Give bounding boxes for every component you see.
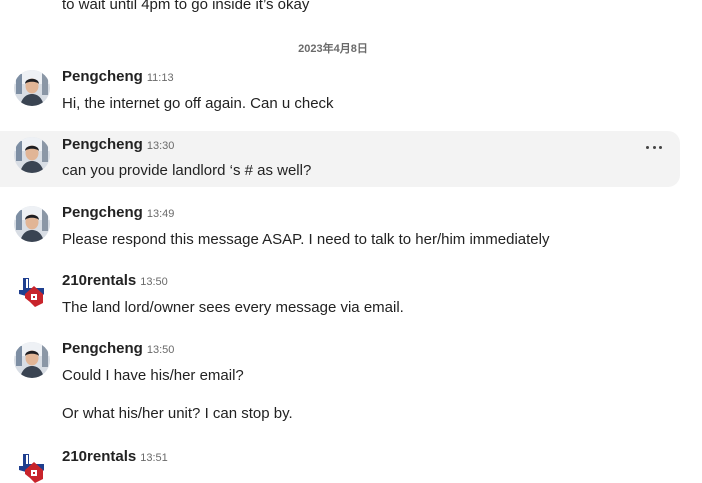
message-time: 13:51 [140, 452, 168, 464]
sender-name[interactable]: Pengcheng [62, 340, 143, 357]
avatar-pengcheng[interactable] [14, 137, 50, 173]
message-text: can you provide landlord ‘s # as well? [62, 162, 312, 179]
sender-name[interactable]: Pengcheng [62, 136, 143, 153]
sender-name[interactable]: Pengcheng [62, 68, 143, 85]
message-text-followup: Or what his/her unit? I can stop by. [62, 405, 293, 422]
message-header: 210rentals 13:50 [62, 272, 168, 292]
message-row[interactable]: 210rentals 13:51 [0, 444, 680, 483]
message-row[interactable]: 210rentals 13:50 The land lord/owner sees… [0, 268, 680, 324]
avatar-pengcheng[interactable] [14, 206, 50, 242]
message-text: Could I have his/her email? [62, 367, 244, 384]
message-time: 13:49 [146, 208, 175, 220]
message-header: Pengcheng 11:13 [62, 68, 174, 88]
message-row[interactable]: Pengcheng 13:50 Could I have his/her emai… [0, 336, 680, 436]
sender-name[interactable]: Pengcheng [62, 204, 143, 221]
avatar-pengcheng[interactable] [14, 342, 50, 378]
message-header: 210rentals 13:51 [62, 448, 168, 468]
avatar-210rentals[interactable] [14, 450, 50, 483]
more-horizontal-icon [646, 145, 649, 149]
sender-name[interactable]: 210rentals [62, 272, 136, 289]
message-text: Hi, the internet go off again. Can u che… [62, 95, 334, 112]
message-header: Pengcheng 13:30 [62, 136, 174, 156]
message-time: 13:50 [146, 344, 175, 356]
avatar-210rentals[interactable] [14, 274, 50, 310]
message-row[interactable]: Pengcheng 11:13 Hi, the internet go off a… [0, 64, 680, 120]
message-text-cut-off: to wait until 4pm to go inside it’s okay [62, 0, 310, 13]
sender-name[interactable]: 210rentals [62, 448, 136, 465]
avatar-pengcheng[interactable] [14, 70, 50, 106]
message-time: 11:13 [146, 72, 174, 84]
message-time: 13:30 [146, 140, 175, 152]
texas-house-logo [14, 274, 50, 310]
date-separator: 2023年4月8日 [298, 43, 368, 55]
message-thread: to wait until 4pm to go inside it’s okay… [0, 0, 702, 483]
message-row[interactable]: Pengcheng 13:49 Please respond this messa… [0, 200, 680, 256]
message-header: Pengcheng 13:49 [62, 204, 174, 224]
message-text: Please respond this message ASAP. I need… [62, 231, 550, 248]
message-time: 13:50 [140, 276, 168, 288]
message-text: The land lord/owner sees every message v… [62, 299, 404, 316]
message-row-hovered[interactable]: Pengcheng 13:30 can you provide landlord … [0, 131, 680, 187]
more-options-button[interactable] [646, 139, 662, 155]
texas-house-logo [14, 450, 50, 483]
message-header: Pengcheng 13:50 [62, 340, 174, 360]
